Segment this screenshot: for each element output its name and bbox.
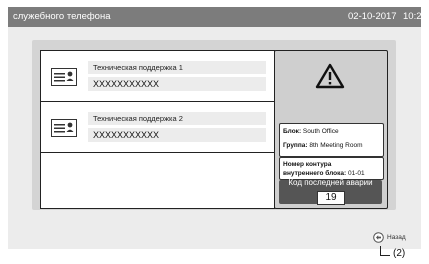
back-label: Назад (387, 233, 406, 241)
unit-value: 01-01 (347, 170, 365, 177)
callout-leader-line (380, 255, 390, 256)
callout-label: (2) (393, 248, 406, 259)
date-readout: 02-10-2017 (348, 11, 397, 22)
last-fault-code-box: Код последней аварии 19 (279, 178, 382, 205)
warning-triangle-icon (315, 63, 345, 89)
time-readout: 10:20 (403, 11, 427, 22)
contact-card-icon (51, 119, 77, 137)
alarm-panel: Блок: South Office Группа: 8th Meeting R… (274, 50, 388, 209)
contact-card-icon (51, 68, 77, 86)
unit-label-line1: Номер контура (283, 161, 332, 168)
back-arrow-icon (373, 231, 384, 243)
contact-name: Техническая поддержка 1 (93, 63, 183, 72)
page-title: служебного телефона (13, 11, 111, 22)
group-value: 8th Meeting Room (309, 142, 363, 149)
callout-leader-line (380, 246, 381, 255)
fault-code-label: Код последней аварии (288, 178, 373, 187)
block-value: South Office (302, 128, 339, 135)
contact-list: Техническая поддержка 1 XXXXXXXXXXX Техн… (40, 50, 275, 209)
fault-code-value: 19 (317, 191, 345, 205)
indoor-unit-info: Номер контура внутреннего блока: 01-01 (279, 157, 384, 180)
block-label: Блок: (283, 128, 302, 135)
unit-label-line2: внутреннего блока: (283, 170, 347, 177)
contact-item[interactable]: Техническая поддержка 1 XXXXXXXXXXX (41, 51, 274, 102)
back-button[interactable]: Назад (373, 231, 406, 243)
contact-name: Техническая поддержка 2 (93, 114, 183, 123)
location-info: Блок: South Office Группа: 8th Meeting R… (279, 123, 384, 157)
contact-phone: XXXXXXXXXXX (93, 79, 160, 89)
screen-body: Техническая поддержка 1 XXXXXXXXXXX Техн… (8, 27, 421, 249)
contact-phone: XXXXXXXXXXX (93, 130, 160, 140)
contact-item[interactable]: Техническая поддержка 2 XXXXXXXXXXX (41, 102, 274, 153)
group-label: Группа: (283, 142, 308, 149)
title-bar: служебного телефона 02-10-2017 10:20 (8, 7, 427, 27)
